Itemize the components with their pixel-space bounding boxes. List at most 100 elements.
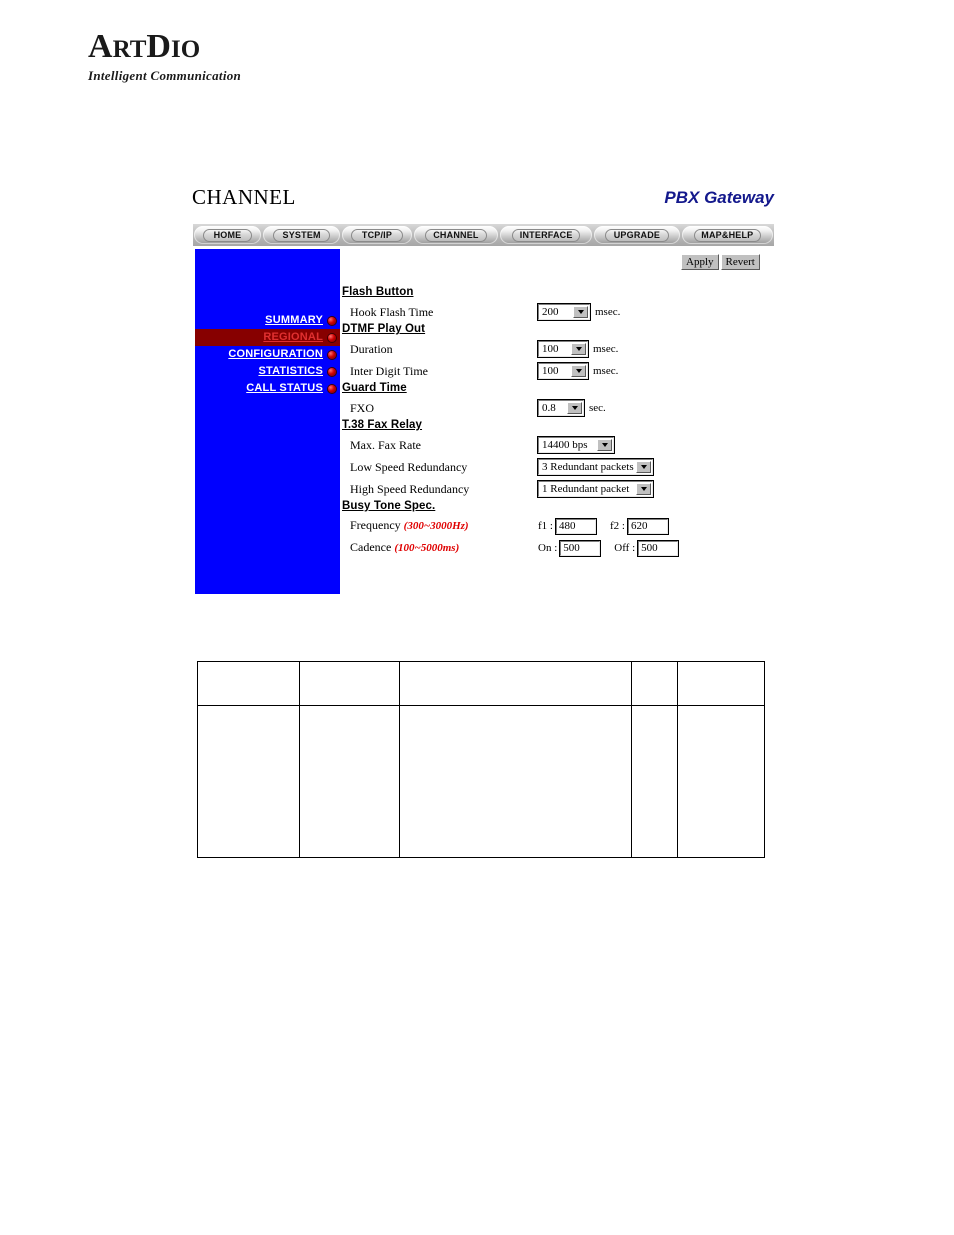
brand-logo: ARTDIO Intelligent Communication (88, 30, 388, 90)
page-title: CHANNEL (192, 185, 296, 209)
hook-flash-time-select[interactable]: 200 (538, 304, 590, 320)
field-row-cadence: Cadence (100~5000ms) On : 500 Off : 500 (342, 537, 774, 559)
field-label: Hook Flash Time (350, 304, 434, 319)
nav-item-label: SYSTEM (282, 229, 321, 240)
field-row-low-speed-redundancy: Low Speed Redundancy 3 Redundant packets (342, 456, 774, 478)
field-range-hint: (300~3000Hz) (403, 520, 469, 532)
sidebar: SUMMARY REGIONAL CONFIGURATION STATISTIC… (195, 249, 340, 594)
sidebar-item-call-status[interactable]: CALL STATUS (195, 380, 340, 397)
sidebar-item-summary[interactable]: SUMMARY (195, 312, 340, 329)
nav-item-map-and-help[interactable]: MAP&HELP (681, 226, 773, 244)
field-label-text: Cadence (350, 540, 395, 554)
field-unit: msec. (593, 342, 619, 355)
settings-form: Flash Button Hook Flash Time 200 msec. D… (342, 286, 774, 559)
field-control: 100 msec. (538, 363, 618, 379)
sidebar-item-regional[interactable]: REGIONAL (195, 329, 340, 346)
section-busy-tone-spec: Busy Tone Spec. Frequency (300~3000Hz) f… (342, 500, 774, 559)
field-label: Duration (350, 341, 393, 356)
nav-item-label: CHANNEL (433, 229, 479, 240)
f2-label: f2 : (609, 519, 625, 532)
chevron-down-icon[interactable] (567, 402, 582, 414)
select-value: 14400 bps (542, 438, 588, 451)
chevron-down-icon[interactable] (636, 461, 651, 473)
red-led-icon (328, 384, 336, 393)
field-row-inter-digit-time: Inter Digit Time 100 msec. (342, 360, 774, 382)
cadence-on-label: On : (538, 541, 558, 554)
red-led-icon (328, 333, 336, 342)
nav-item-label: TCP/IP (361, 229, 393, 240)
table-header-cell (197, 661, 300, 706)
select-value: 200 (542, 305, 559, 318)
nav-item-label: INTERFACE (519, 229, 573, 240)
frequency-f1-input[interactable]: 480 (555, 518, 596, 534)
logo-letter-d: D (146, 28, 171, 65)
field-row-fxo: FXO 0.8 sec. (342, 397, 774, 419)
field-label: High Speed Redundancy (350, 481, 470, 496)
field-range-hint: (100~5000ms) (394, 542, 460, 554)
field-control: 200 msec. (538, 304, 620, 320)
field-row-max-fax-rate: Max. Fax Rate 14400 bps (342, 434, 774, 456)
nav-item-label: HOME (213, 229, 242, 240)
dtmf-duration-select[interactable]: 100 (538, 341, 588, 357)
red-led-icon (328, 316, 336, 325)
sidebar-item-label: REGIONAL (263, 331, 323, 343)
inter-digit-time-select[interactable]: 100 (538, 363, 588, 379)
form-action-buttons: Apply Revert (681, 254, 760, 270)
nav-item-channel[interactable]: CHANNEL (413, 226, 499, 244)
table-cell (631, 705, 678, 858)
table-header-cell (399, 661, 632, 706)
field-row-high-speed-redundancy: High Speed Redundancy 1 Redundant packet (342, 478, 774, 500)
sidebar-item-configuration[interactable]: CONFIGURATION (195, 346, 340, 363)
nav-item-home[interactable]: HOME (194, 226, 261, 244)
low-speed-redundancy-select[interactable]: 3 Redundant packets (538, 459, 653, 475)
frequency-f2-input[interactable]: 620 (627, 518, 668, 534)
section-guard-time: Guard Time FXO 0.8 sec. (342, 382, 774, 419)
sidebar-menu: SUMMARY REGIONAL CONFIGURATION STATISTIC… (195, 312, 340, 397)
chevron-down-icon[interactable] (571, 365, 586, 377)
nav-item-upgrade[interactable]: UPGRADE (594, 226, 680, 244)
select-value: 3 Redundant packets (542, 460, 634, 473)
nav-item-interface[interactable]: INTERFACE (500, 226, 593, 244)
high-speed-redundancy-select[interactable]: 1 Redundant packet (538, 481, 653, 497)
nav-item-label: UPGRADE (613, 229, 661, 240)
cadence-on-input[interactable]: 500 (560, 540, 601, 556)
nav-item-system[interactable]: SYSTEM (262, 226, 341, 244)
field-control: 0.8 sec. (538, 400, 606, 416)
field-label: Inter Digit Time (350, 363, 429, 378)
guard-time-fxo-select[interactable]: 0.8 (538, 400, 584, 416)
field-label: FXO (350, 400, 375, 415)
field-label: Max. Fax Rate (350, 437, 421, 452)
f1-label: f1 : (538, 519, 553, 532)
table-cell (299, 705, 400, 858)
sidebar-item-label: STATISTICS (258, 365, 323, 377)
sidebar-item-statistics[interactable]: STATISTICS (195, 363, 340, 380)
field-control: f1 : 480 f2 : 620 (538, 518, 668, 534)
section-heading: Flash Button (342, 286, 414, 298)
chevron-down-icon[interactable] (573, 306, 588, 318)
section-heading: Guard Time (342, 382, 407, 394)
nav-item-tcpip[interactable]: TCP/IP (342, 226, 412, 244)
field-unit: msec. (595, 305, 621, 318)
field-row-frequency: Frequency (300~3000Hz) f1 : 480 f2 : 620 (342, 515, 774, 537)
logo-letters-io: IO (170, 36, 201, 63)
cadence-off-input[interactable]: 500 (638, 540, 679, 556)
table-header-row (197, 661, 765, 706)
select-value: 0.8 (542, 401, 556, 414)
chevron-down-icon[interactable] (636, 483, 651, 495)
cadence-off-label: Off : (614, 541, 636, 554)
apply-button[interactable]: Apply (681, 254, 719, 270)
field-label: Low Speed Redundancy (350, 459, 468, 474)
product-title: PBX Gateway (664, 188, 774, 207)
revert-button[interactable]: Revert (720, 254, 760, 270)
max-fax-rate-select[interactable]: 14400 bps (538, 437, 614, 453)
table-row (197, 705, 765, 858)
section-heading: Busy Tone Spec. (342, 500, 436, 512)
field-unit: sec. (589, 401, 606, 414)
chevron-down-icon[interactable] (571, 343, 586, 355)
chevron-down-icon[interactable] (597, 439, 612, 451)
table-header-cell (677, 661, 765, 706)
brand-wordmark: ARTDIO (88, 30, 388, 67)
field-control: On : 500 Off : 500 (538, 540, 679, 556)
table-header-cell (299, 661, 400, 706)
field-control: 1 Redundant packet (538, 481, 653, 497)
